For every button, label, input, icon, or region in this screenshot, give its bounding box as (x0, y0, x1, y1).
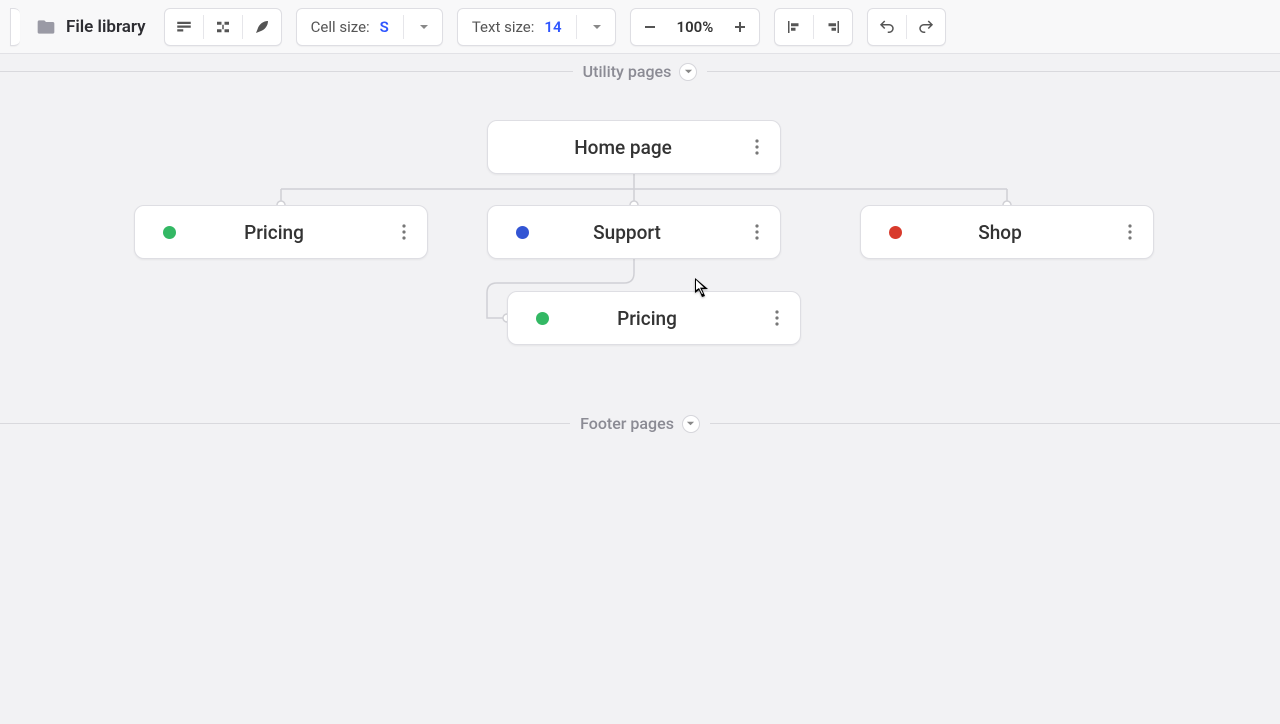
layout-quill-button[interactable] (243, 9, 281, 45)
zoom-in-button[interactable] (721, 9, 759, 45)
text-size-dropdown[interactable]: Text size: 14 (458, 9, 576, 45)
truncated-group-left (10, 8, 20, 46)
node-menu-button[interactable] (391, 206, 417, 258)
cell-size-group: Cell size: S (296, 8, 443, 46)
status-dot (889, 226, 902, 239)
text-size-value: 14 (544, 18, 561, 36)
section-footer-toggle[interactable] (682, 415, 700, 433)
align-group (774, 8, 853, 46)
zoom-out-button[interactable] (631, 9, 669, 45)
file-library-button[interactable]: File library (36, 17, 146, 37)
cell-size-dropdown[interactable]: Cell size: S (297, 9, 403, 45)
status-dot (536, 312, 549, 325)
node-title: Pricing (163, 221, 385, 244)
node-menu-button[interactable] (744, 206, 770, 258)
node-shop[interactable]: Shop (860, 205, 1154, 259)
node-menu-button[interactable] (1117, 206, 1143, 258)
node-support[interactable]: Support (487, 205, 781, 259)
node-home-page[interactable]: Home page (487, 120, 781, 174)
section-header-utility: Utility pages (0, 62, 1280, 81)
file-library-label: File library (66, 17, 146, 37)
history-group (867, 8, 946, 46)
node-menu-button[interactable] (764, 292, 790, 344)
text-size-group: Text size: 14 (457, 8, 616, 46)
status-dot (163, 226, 176, 239)
folder-icon (36, 17, 56, 37)
zoom-group: 100% (630, 8, 761, 46)
undo-button[interactable] (868, 9, 906, 45)
text-size-caret[interactable] (577, 9, 615, 45)
node-pricing-child[interactable]: Pricing (507, 291, 801, 345)
redo-button[interactable] (907, 9, 945, 45)
status-dot (516, 226, 529, 239)
section-utility-label: Utility pages (583, 62, 672, 81)
cell-size-label: Cell size: (311, 18, 370, 36)
section-line (707, 71, 1280, 72)
zoom-value[interactable]: 100% (669, 9, 722, 45)
align-left-button[interactable] (775, 9, 813, 45)
toolbar: File library Cell size: S Text size: 14 (0, 0, 1280, 54)
node-title: Support (516, 221, 738, 244)
section-line (710, 423, 1280, 424)
layout-mode-group (164, 8, 282, 46)
section-footer-label: Footer pages (580, 414, 674, 433)
cell-size-value: S (380, 18, 389, 36)
node-title: Shop (889, 221, 1111, 244)
section-header-footer: Footer pages (0, 414, 1280, 433)
section-utility-toggle[interactable] (679, 63, 697, 81)
align-right-button[interactable] (814, 9, 852, 45)
node-menu-button[interactable] (744, 121, 770, 173)
node-title: Home page (508, 136, 738, 159)
section-line (0, 423, 570, 424)
layout-tree-button[interactable] (204, 9, 242, 45)
connectors (0, 0, 1280, 724)
layout-stack-button[interactable] (165, 9, 203, 45)
text-size-label: Text size: (472, 18, 535, 36)
cell-size-caret[interactable] (404, 9, 442, 45)
section-line (0, 71, 573, 72)
node-title: Pricing (536, 307, 758, 330)
node-pricing[interactable]: Pricing (134, 205, 428, 259)
